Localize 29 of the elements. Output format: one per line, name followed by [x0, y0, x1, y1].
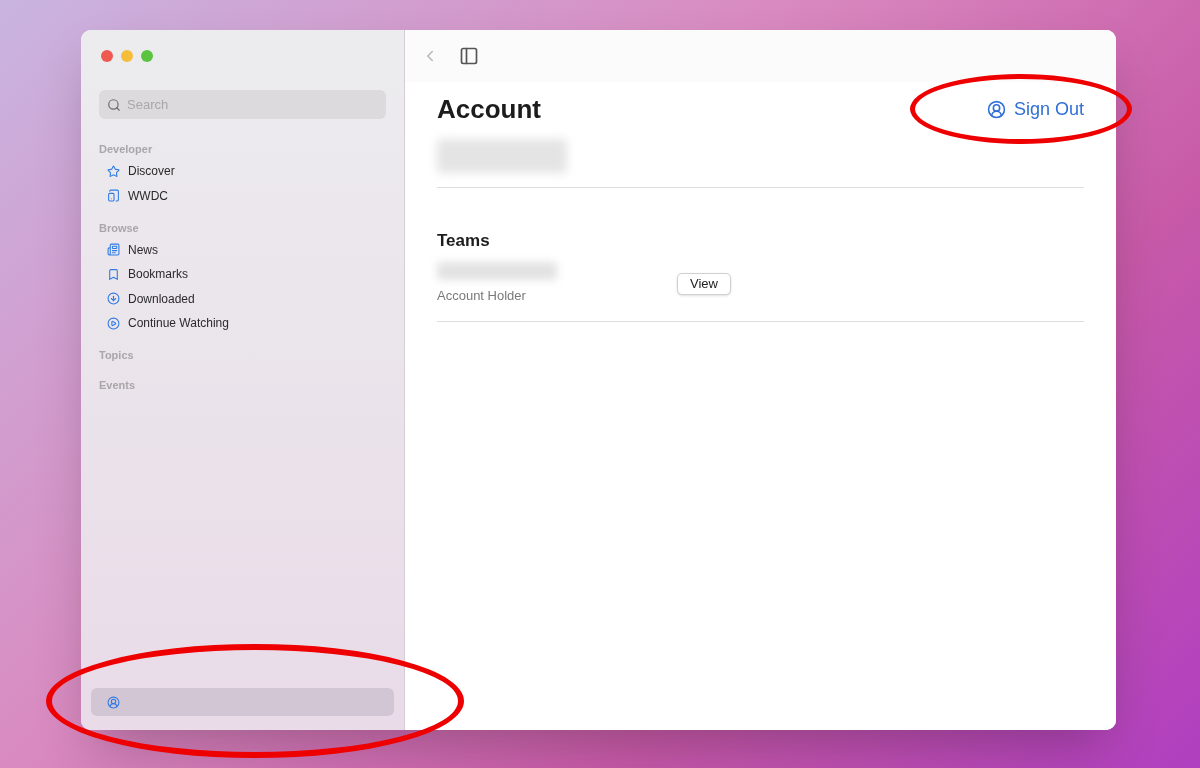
team-role: Account Holder [437, 286, 527, 305]
sidebar-item[interactable]: Downloaded [99, 286, 386, 311]
newspaper-icon [107, 243, 120, 257]
page-title: Account [437, 93, 541, 126]
play-icon [107, 316, 120, 330]
search-icon [107, 97, 121, 112]
zoom-window-icon[interactable] [141, 50, 153, 62]
bookmark-icon [107, 267, 120, 281]
star-icon [107, 164, 120, 178]
section-header: Browse [99, 220, 140, 236]
sidebar-item[interactable]: News [99, 237, 386, 263]
account-sidebar-item[interactable] [91, 688, 394, 716]
download-icon [107, 292, 120, 306]
close-window-icon[interactable] [101, 50, 113, 62]
sidebar-item[interactable]: Continue Watching [99, 310, 386, 336]
minimize-window-icon[interactable] [121, 50, 133, 62]
user-icon [986, 100, 1006, 119]
sidebar-item[interactable]: Discover [99, 159, 386, 184]
view-button[interactable]: View [677, 273, 731, 295]
section-header: Topics [99, 348, 135, 364]
sidebar-item[interactable]: WWDC [99, 183, 386, 208]
section-title: Teams [437, 230, 491, 252]
section-header: Developer [99, 142, 154, 157]
section-header: Events [99, 378, 137, 394]
sign-out-button[interactable]: Sign Out [986, 96, 1084, 123]
tablet-icon [107, 189, 120, 203]
sidebar-toggle-icon[interactable] [459, 46, 479, 66]
sidebar-item[interactable]: Bookmarks [99, 262, 386, 287]
user-icon [107, 695, 120, 709]
